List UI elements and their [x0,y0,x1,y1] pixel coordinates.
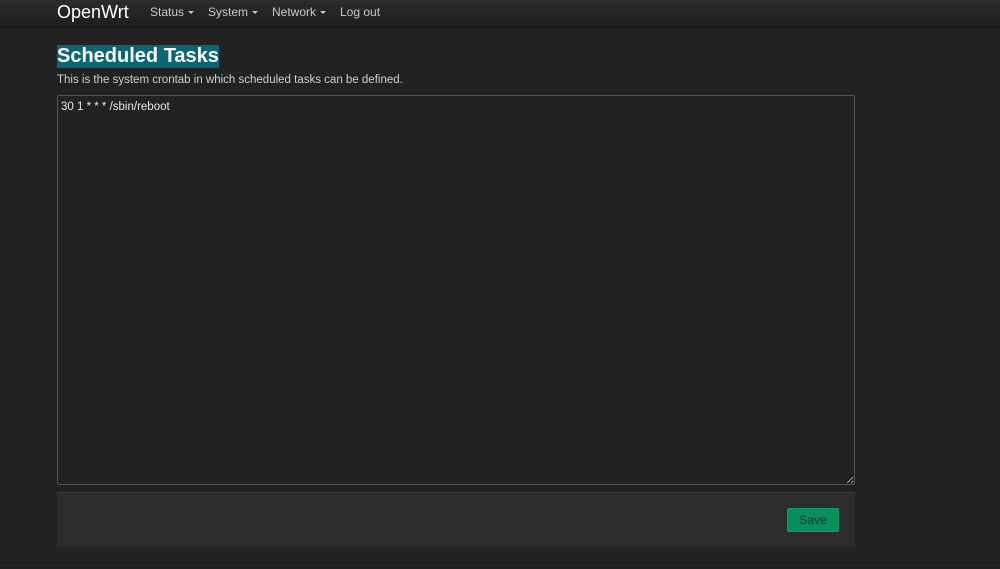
page-description: This is the system crontab in which sche… [57,74,403,86]
brand-logo[interactable]: OpenWrt [57,1,129,23]
nav-menu-system[interactable]: System [208,5,259,19]
caret-down-icon [188,11,195,15]
top-navbar: OpenWrt Status System Network Log out [0,0,1000,28]
page-title: Scheduled Tasks [57,45,219,68]
nav-menu-status-label: Status [150,5,185,19]
crontab-editor[interactable]: 30 1 * * * /sbin/reboot [57,95,855,485]
caret-down-icon [252,11,259,15]
footer-divider [0,562,1000,563]
form-actions-bar: Save [57,492,855,547]
nav-menu-network-label: Network [272,5,317,19]
nav-logout-label: Log out [340,5,381,19]
caret-down-icon [320,11,327,15]
nav-menu-system-label: System [208,5,249,19]
nav-menu-status[interactable]: Status [150,5,195,19]
nav-logout-link[interactable]: Log out [340,5,380,19]
save-button[interactable]: Save [787,508,839,532]
nav-menu-network[interactable]: Network [272,5,327,19]
